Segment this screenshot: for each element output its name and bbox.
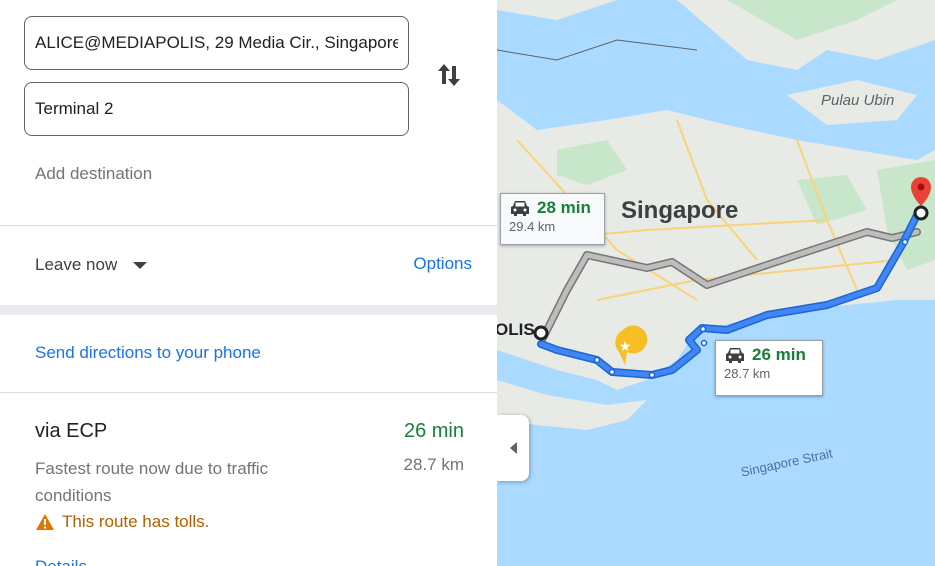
details-link[interactable]: Details	[35, 557, 87, 566]
map-background: ★	[497, 0, 935, 566]
route-description: Fastest route now due to traffic conditi…	[35, 459, 269, 505]
route-option-card[interactable]: via ECP 26 min Fastest route now due to …	[0, 393, 497, 566]
divider	[0, 225, 497, 226]
route-name: via ECP	[35, 420, 108, 442]
map-label-singapore: Singapore	[621, 197, 739, 224]
leave-now-dropdown[interactable]: Leave now	[35, 255, 148, 275]
main-route-time: 26 min	[752, 345, 806, 364]
collapse-panel-button[interactable]	[497, 415, 529, 481]
options-button[interactable]: Options	[413, 254, 472, 274]
tolls-warning: This route has tolls.	[35, 512, 209, 532]
main-route-callout[interactable]: 26 min 28.7 km	[715, 340, 823, 396]
directions-panel: Add destination Leave now Options Send d…	[0, 0, 497, 566]
route-distance: 28.7 km	[403, 455, 464, 474]
map-canvas[interactable]: ★ Singapore Pulau Ubin Singapore Strait …	[497, 0, 935, 566]
swap-button[interactable]	[434, 56, 464, 92]
car-icon	[511, 201, 529, 216]
tolls-text: This route has tolls.	[62, 512, 210, 531]
send-to-phone-link[interactable]: Send directions to your phone	[35, 343, 261, 363]
origin-marker[interactable]	[533, 325, 549, 341]
leave-now-label: Leave now	[35, 255, 118, 274]
add-destination-link[interactable]: Add destination	[35, 164, 152, 184]
alt-route-distance: 29.4 km	[509, 219, 556, 234]
origin-input[interactable]	[25, 17, 408, 69]
map-label-origin: OLIS	[497, 320, 535, 339]
origin-field[interactable]	[24, 16, 409, 70]
alt-route-time: 28 min	[537, 198, 591, 217]
route-duration: 26 min	[403, 420, 464, 442]
caret-down-icon	[133, 261, 148, 269]
svg-text:★: ★	[619, 339, 632, 355]
destination-field[interactable]	[24, 82, 409, 136]
alt-route-callout[interactable]: 28 min 29.4 km	[500, 193, 605, 245]
chevron-left-icon	[509, 442, 517, 454]
map-label-pulau-ubin: Pulau Ubin	[821, 92, 895, 109]
swap-vert-icon	[438, 64, 460, 86]
destination-input[interactable]	[25, 83, 408, 135]
section-divider	[0, 305, 497, 315]
car-icon	[726, 348, 744, 363]
warning-icon	[36, 514, 54, 530]
main-route-distance: 28.7 km	[724, 366, 771, 381]
